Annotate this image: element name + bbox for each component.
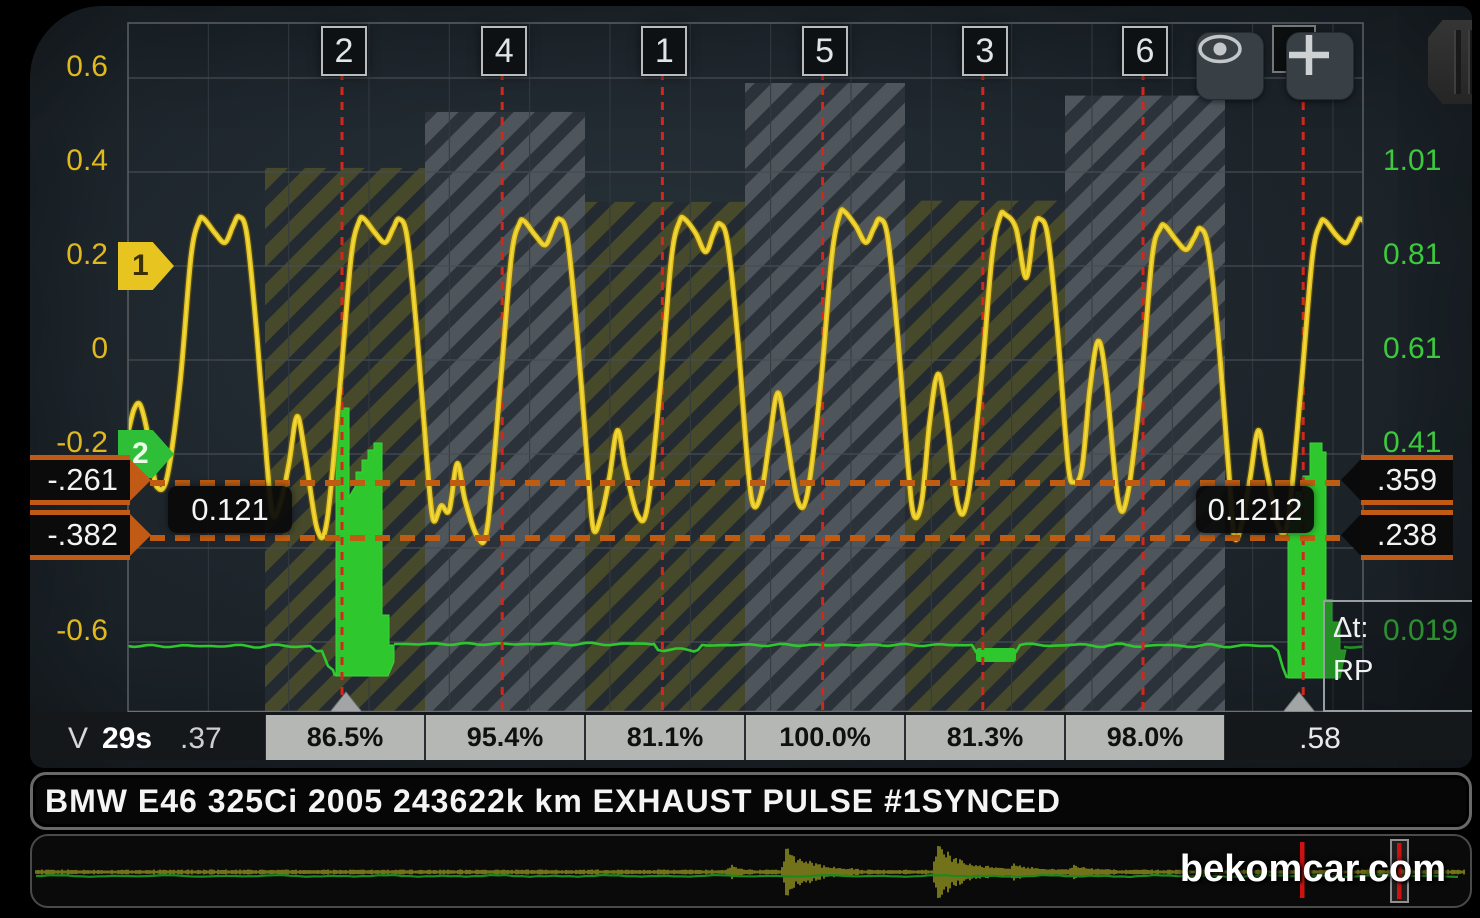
sync-triangle-marker[interactable] xyxy=(1283,692,1315,712)
cursor-value-left-lower[interactable]: -.382 xyxy=(30,510,130,560)
drawer-pull-tab[interactable] xyxy=(1428,20,1472,104)
cylinder-power-value[interactable]: 86.5% xyxy=(265,715,425,760)
cylinder-power-value[interactable]: 98.0% xyxy=(1065,715,1225,760)
cursor-arrow xyxy=(130,459,151,501)
scope-screen[interactable]: 86.5%95.4%81.1%100.0%81.3%98.0% 2 4 1 5 3 6 0.6… xyxy=(30,6,1472,768)
app-root: { "title_bar": "BMW E46 325Ci 2005 24362… xyxy=(0,0,1480,918)
watermark: bekomcar.com xyxy=(1180,848,1446,891)
cylinder-marker-3[interactable]: 3 xyxy=(962,26,1008,76)
tab-groove xyxy=(1468,30,1472,94)
cursor-arrow xyxy=(1341,514,1361,556)
cursor-arrow xyxy=(1341,459,1361,501)
add-marker-button[interactable] xyxy=(1286,32,1354,100)
cursor-delta-ch2: 0.1212 xyxy=(1196,486,1314,533)
left-axis-tick: -0.6 xyxy=(46,616,108,646)
cursor-value-left-upper[interactable]: -.261 xyxy=(30,455,130,505)
left-axis-tick: 0.6 xyxy=(46,52,108,82)
cylinder-marker-4[interactable]: 4 xyxy=(481,26,527,76)
power-bar xyxy=(745,83,905,712)
plus-icon xyxy=(1287,33,1331,77)
left-axis-tick: 0.2 xyxy=(46,240,108,270)
left-axis-tick: 0 xyxy=(46,334,108,364)
cylinder-power-value[interactable]: 95.4% xyxy=(425,715,585,760)
cylinder-power-value[interactable]: 81.1% xyxy=(585,715,745,760)
right-axis-tick: 0.81 xyxy=(1383,240,1441,270)
right-axis-tick: 0.41 xyxy=(1383,428,1441,458)
cylinder-power-value[interactable]: 100.0% xyxy=(745,715,905,760)
eye-icon xyxy=(1197,33,1243,65)
right-axis-tick: 0.61 xyxy=(1383,334,1441,364)
scope-plot[interactable] xyxy=(30,6,1472,768)
cylinder-marker-6[interactable]: 6 xyxy=(1122,26,1168,76)
tab-groove xyxy=(1454,30,1461,94)
cylinder-power-value[interactable]: 81.3% xyxy=(905,715,1065,760)
delta-t-label: Δt: xyxy=(1333,614,1472,643)
rpm-label: RP xyxy=(1333,657,1472,686)
cursor-delta-ch1: 0.121 xyxy=(168,486,292,533)
cylinder-marker-1[interactable]: 1 xyxy=(641,26,687,76)
visibility-toggle-button[interactable] xyxy=(1196,32,1264,100)
cylinder-marker-2[interactable]: 2 xyxy=(321,26,367,76)
session-title-bar: BMW E46 325Ci 2005 243622k km EXHAUST PU… xyxy=(30,772,1472,830)
delta-t-panel: Δt: RP xyxy=(1323,600,1472,712)
cursor-value-right-upper[interactable]: .359 xyxy=(1361,455,1453,505)
cursor-arrow xyxy=(130,514,151,556)
right-axis-tick: 1.01 xyxy=(1383,146,1441,176)
capture-duration: 29s xyxy=(102,721,152,757)
cursor-time-end[interactable]: .58 xyxy=(1285,721,1355,757)
cylinder-marker-5[interactable]: 5 xyxy=(802,26,848,76)
cursor-value-right-lower[interactable]: .238 xyxy=(1361,510,1453,560)
volts-unit-label: V xyxy=(68,721,88,757)
cursor-time-start[interactable]: .37 xyxy=(180,721,222,757)
session-title: BMW E46 325Ci 2005 243622k km EXHAUST PU… xyxy=(33,783,1061,820)
left-axis-tick: 0.4 xyxy=(46,146,108,176)
left-axis-tick: -0.2 xyxy=(46,428,108,458)
